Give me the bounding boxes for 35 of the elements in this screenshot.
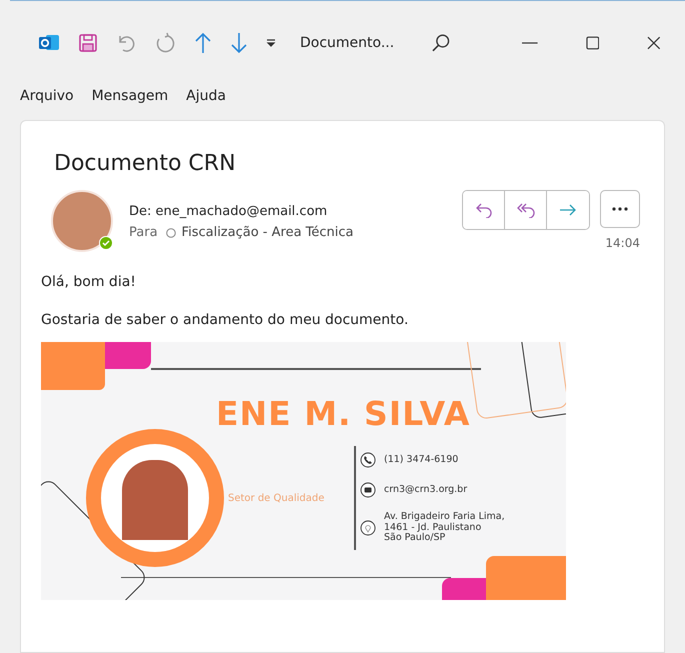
card-name: ENE M. SILVA — [216, 394, 472, 433]
menu-item[interactable]: Ajuda — [186, 86, 226, 106]
message-text: Gostaria de saber o andamento do meu documento. — [41, 312, 410, 328]
save-icon[interactable] — [78, 32, 98, 52]
envelope-icon — [360, 482, 376, 498]
menu-item[interactable]: Mensagem — [92, 86, 168, 106]
contact-text: (11) 3474-6190 — [384, 455, 458, 466]
reply-all-icon — [516, 202, 536, 218]
search-icon[interactable] — [430, 32, 450, 52]
down-arrow-icon[interactable] — [230, 32, 248, 54]
message-time: 14:04 — [605, 236, 640, 250]
forward-arrow-icon — [559, 203, 577, 217]
phone-icon — [360, 452, 376, 468]
recipient-name[interactable]: Fiscalização - Area Técnica — [182, 225, 354, 240]
menu-item[interactable]: Arquivo — [20, 86, 74, 106]
location-pin-icon — [360, 520, 376, 536]
message-subject: Documento CRN — [54, 151, 237, 176]
customize-dropdown-icon[interactable] — [266, 38, 276, 48]
outlook-app-icon[interactable] — [38, 32, 60, 52]
close-icon[interactable] — [647, 36, 662, 50]
contact-text: Av. Brigadeiro Faria Lima, 1461 - Jd. Paulistano São Paulo/SP — [384, 512, 505, 544]
available-status-icon — [99, 236, 113, 250]
sender-address: De: ene_machado@email.com — [129, 204, 328, 219]
more-icon — [612, 207, 628, 211]
to-label: Para — [129, 225, 158, 240]
minimize-icon[interactable] — [522, 42, 538, 44]
window-title: Documento... — [300, 34, 396, 50]
card-department: Setor de Qualidade — [228, 492, 326, 504]
up-arrow-icon[interactable] — [194, 32, 212, 54]
reply-icon — [474, 202, 492, 218]
maximize-icon[interactable] — [586, 36, 600, 50]
recipient-circle-icon — [166, 228, 176, 238]
message-text: Olá, bom dia! — [41, 274, 137, 290]
contact-text: crn3@crn3.org.br — [384, 485, 468, 496]
reply-button[interactable] — [463, 191, 505, 229]
